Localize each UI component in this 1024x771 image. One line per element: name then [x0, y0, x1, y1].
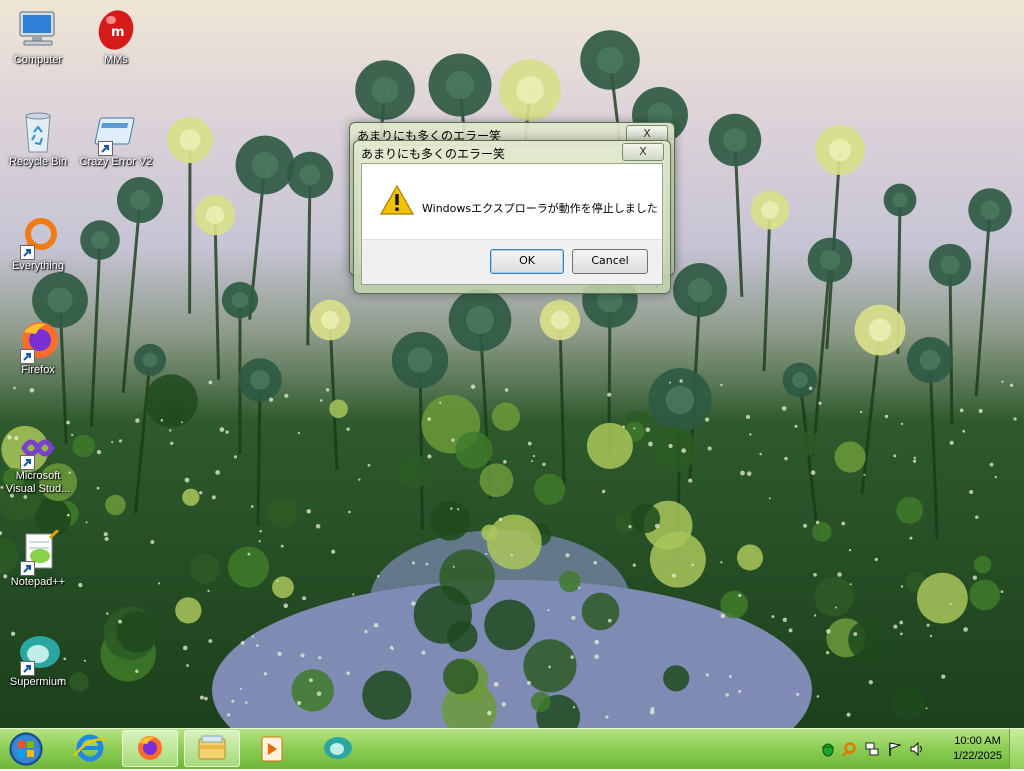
taskbar: 10:00 AM 1/22/2025	[0, 728, 1024, 769]
flag-icon[interactable]	[887, 741, 903, 757]
file-explorer-icon	[185, 731, 239, 766]
cancel-button[interactable]: Cancel	[572, 249, 648, 274]
show-desktop-button[interactable]	[1009, 729, 1024, 769]
clock-date: 1/22/2025	[953, 749, 1002, 764]
taskbar-internet-explorer[interactable]	[62, 730, 118, 767]
firefox-icon	[123, 731, 177, 766]
volume-icon[interactable]	[909, 741, 925, 757]
desktop-icon-label: MMs	[78, 54, 154, 67]
taskbar-firefox[interactable]	[122, 730, 178, 767]
dialog-message: Windowsエクスプローラが動作を停止しました	[422, 200, 658, 216]
dialog-body: Windowsエクスプローラが動作を停止しました OK Cancel	[361, 163, 663, 285]
desktop-icon-label: Crazy Error V2	[78, 156, 154, 169]
supermium-icon	[310, 730, 366, 767]
recycle-bin-icon	[14, 110, 62, 156]
error-dialog[interactable]: あまりにも多くのエラー笑 X Windowsエクスプローラが動作を停止しました …	[353, 140, 671, 294]
start-button[interactable]	[4, 731, 48, 767]
shortcut-arrow-icon	[20, 349, 35, 364]
close-button[interactable]: X	[622, 143, 664, 161]
desktop-icon-label: Firefox	[0, 364, 76, 377]
desktop-icon-label: Recycle Bin	[0, 156, 76, 169]
desktop-icon-mms[interactable]: m MMs	[78, 8, 154, 67]
clock[interactable]: 10:00 AM 1/22/2025	[953, 734, 1002, 764]
mms-icon: m	[92, 8, 140, 54]
dialog-title: あまりにも多くのエラー笑	[361, 145, 505, 162]
desktop-icon-firefox[interactable]: Firefox	[0, 318, 76, 377]
warning-icon	[380, 184, 414, 216]
desktop-icon-visual-studio[interactable]: Microsoft Visual Stud...	[0, 424, 76, 496]
desktop-icon-label: Computer	[0, 54, 76, 67]
svg-text:m: m	[111, 25, 125, 40]
desktop-icon-label: Supermium	[0, 676, 76, 689]
desktop-icon-crazy-error[interactable]: Crazy Error V2	[78, 110, 154, 169]
taskbar-media-player[interactable]	[244, 730, 300, 767]
desktop-icon-label: Everything	[0, 260, 76, 273]
desktop-icon-label: Notepad++	[0, 576, 76, 589]
desktop-icon-computer[interactable]: Computer	[0, 8, 76, 67]
shortcut-arrow-icon	[20, 245, 35, 260]
shortcut-arrow-icon	[98, 141, 113, 156]
computer-icon	[14, 8, 62, 54]
taskbar-file-explorer[interactable]	[184, 730, 240, 767]
desktop-icon-supermium[interactable]: Supermium	[0, 630, 76, 689]
clock-time: 10:00 AM	[953, 734, 1002, 749]
internet-explorer-icon	[62, 730, 118, 767]
start-button-icon	[4, 731, 48, 767]
dialog-button-bar: OK Cancel	[362, 239, 662, 284]
shortcut-arrow-icon	[20, 455, 35, 470]
system-tray: 10:00 AM 1/22/2025	[814, 729, 1024, 769]
taskbar-supermium[interactable]	[310, 730, 366, 767]
ok-button[interactable]: OK	[490, 249, 564, 274]
bug-tray-icon[interactable]	[820, 741, 836, 757]
desktop-icon-everything[interactable]: Everything	[0, 214, 76, 273]
media-player-icon	[244, 730, 300, 767]
search-tray-icon[interactable]	[841, 741, 857, 757]
desktop-icon-recycle-bin[interactable]: Recycle Bin	[0, 110, 76, 169]
network-icon[interactable]	[864, 741, 880, 757]
desktop: Computer m MMs Recycle Bin	[0, 0, 1024, 728]
shortcut-arrow-icon	[20, 661, 35, 676]
desktop-icon-label: Microsoft Visual Stud...	[0, 470, 76, 496]
desktop-icon-notepad-plus-plus[interactable]: Notepad++	[0, 530, 76, 589]
shortcut-arrow-icon	[20, 561, 35, 576]
